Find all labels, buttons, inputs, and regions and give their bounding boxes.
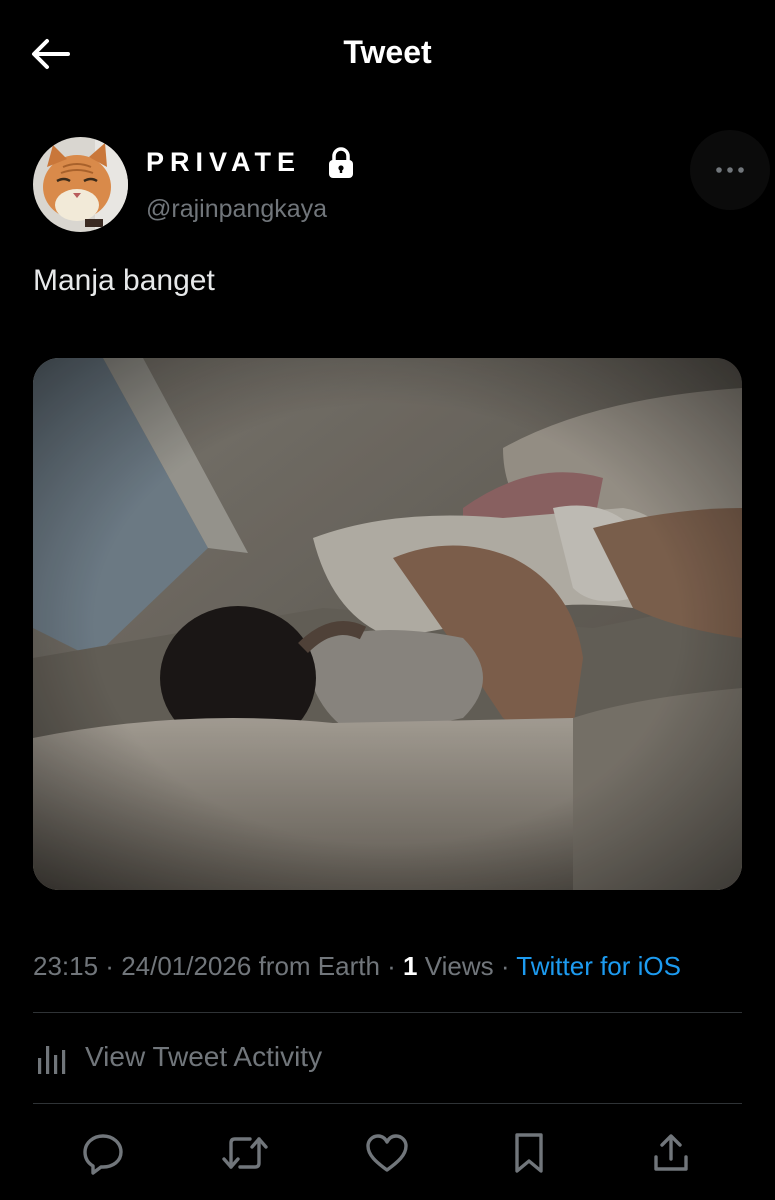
separator: ·: [98, 951, 122, 981]
bookmark-button[interactable]: [501, 1125, 557, 1181]
separator: ·: [493, 951, 517, 981]
reply-icon: [83, 1134, 123, 1175]
bar-chart-icon: [38, 1046, 66, 1074]
reply-button[interactable]: [75, 1125, 131, 1181]
cat-avatar-icon: [33, 137, 128, 232]
view-tweet-activity-button[interactable]: View Tweet Activity: [33, 1030, 322, 1084]
top-bar: Tweet: [0, 0, 775, 105]
tweet-author: PRIVATE @rajinpangkaya: [33, 130, 770, 232]
tweet-metadata: 23:15 · 24/01/2026 from Earth · 1 Views …: [33, 951, 681, 982]
views-count: 1: [403, 951, 418, 981]
like-button[interactable]: [359, 1125, 415, 1181]
tweet-source-link[interactable]: Twitter for iOS: [516, 951, 681, 981]
retweet-button[interactable]: [217, 1125, 273, 1181]
more-options-button[interactable]: [690, 130, 770, 210]
tweet-action-bar: [0, 1125, 775, 1185]
retweet-icon: [222, 1137, 268, 1169]
user-handle[interactable]: @rajinpangkaya: [146, 195, 327, 224]
divider: [33, 1103, 742, 1104]
avatar[interactable]: [33, 137, 128, 232]
bookmark-icon: [515, 1133, 543, 1173]
tweet-text: Manja banget: [33, 264, 215, 297]
like-icon: [366, 1134, 408, 1172]
page-title: Tweet: [343, 34, 432, 70]
tweet-date: 24/01/2026: [121, 951, 252, 981]
more-horizontal-icon: [716, 167, 744, 173]
photo-image: [33, 358, 742, 890]
lock-icon: [329, 147, 353, 178]
views-label: Views: [424, 951, 494, 981]
display-name[interactable]: PRIVATE: [146, 147, 301, 178]
view-tweet-activity-label: View Tweet Activity: [85, 1041, 323, 1072]
tweet-time: 23:15: [33, 951, 99, 981]
tweet-photo[interactable]: [33, 358, 742, 890]
separator: ·: [379, 951, 404, 981]
tweet-location: from Earth: [258, 951, 380, 981]
share-button[interactable]: [643, 1125, 699, 1181]
divider: [33, 1012, 742, 1013]
share-icon: [654, 1134, 688, 1171]
